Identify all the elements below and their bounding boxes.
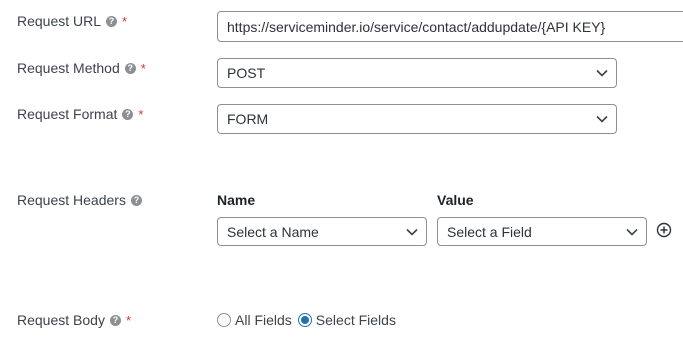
add-header-icon[interactable] xyxy=(656,222,672,238)
help-icon[interactable]: ? xyxy=(130,194,142,206)
help-icon[interactable]: ? xyxy=(124,62,136,74)
request-body-radio-group: All Fields Select Fields xyxy=(217,312,402,328)
request-method-select[interactable]: POST xyxy=(217,58,617,88)
request-format-label: Request Format xyxy=(17,106,118,122)
headers-name-column-heading: Name xyxy=(217,192,256,208)
required-marker: * xyxy=(140,60,146,76)
request-body-label: Request Body xyxy=(17,312,105,328)
request-format-select[interactable]: FORM xyxy=(217,104,617,134)
request-url-value: https://serviceminder.io/service/contact… xyxy=(227,18,606,35)
request-format-label-row: Request Format ? * xyxy=(17,106,143,122)
chevron-down-icon xyxy=(406,228,418,236)
all-fields-radio[interactable] xyxy=(217,313,231,327)
request-url-label-row: Request URL ? * xyxy=(17,13,127,29)
select-fields-radio[interactable] xyxy=(297,313,312,327)
request-body-label-row: Request Body ? * xyxy=(17,312,131,328)
request-format-selected: FORM xyxy=(227,111,269,127)
help-icon[interactable]: ? xyxy=(122,108,134,120)
request-method-label: Request Method xyxy=(17,60,120,76)
radio-selected-dot xyxy=(300,316,309,324)
header-name-placeholder: Select a Name xyxy=(227,223,319,240)
request-method-label-row: Request Method ? * xyxy=(17,60,146,76)
request-method-selected: POST xyxy=(227,65,266,81)
help-icon[interactable]: ? xyxy=(106,15,118,27)
request-headers-label-row: Request Headers ? xyxy=(17,192,142,208)
chevron-down-icon xyxy=(596,69,608,77)
chevron-down-icon xyxy=(596,115,608,123)
required-marker: * xyxy=(125,312,132,328)
required-marker: * xyxy=(138,106,144,122)
chevron-down-icon xyxy=(626,228,638,236)
header-value-select[interactable]: Select a Field xyxy=(437,217,647,246)
header-name-select[interactable]: Select a Name xyxy=(217,217,427,246)
all-fields-label[interactable]: All Fields xyxy=(235,312,292,328)
request-headers-label: Request Headers xyxy=(17,192,126,208)
headers-value-column-heading: Value xyxy=(437,192,474,208)
help-icon[interactable]: ? xyxy=(109,314,121,326)
select-fields-label[interactable]: Select Fields xyxy=(316,312,396,328)
request-url-input[interactable]: https://serviceminder.io/service/contact… xyxy=(217,11,683,42)
request-url-label: Request URL xyxy=(17,13,102,29)
header-value-placeholder: Select a Field xyxy=(447,223,532,240)
required-marker: * xyxy=(122,13,128,29)
